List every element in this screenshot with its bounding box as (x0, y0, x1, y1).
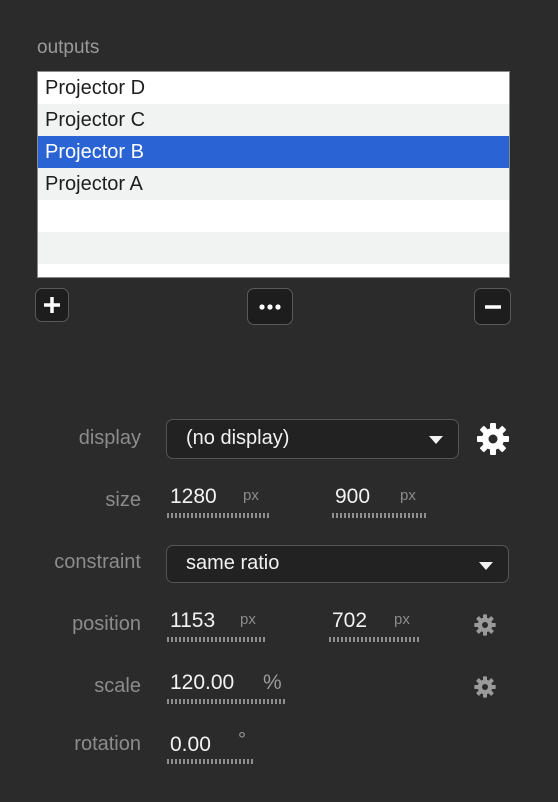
display-dropdown[interactable]: (no display) (166, 419, 459, 459)
position-x-dotted-underline (167, 637, 267, 642)
list-item[interactable]: Projector D (38, 72, 509, 104)
constraint-label: constraint (54, 551, 141, 573)
scale-unit: % (263, 671, 282, 694)
height-field[interactable]: 900 px (332, 485, 427, 521)
scale-dotted-underline (167, 699, 286, 704)
constraint-dropdown[interactable]: same ratio (166, 545, 509, 583)
plus-icon (44, 297, 60, 313)
rotation-value: 0.00 (170, 733, 211, 756)
height-value: 900 (335, 485, 371, 508)
rotation-field[interactable]: 0.00 ° (167, 729, 255, 765)
empty-row (38, 200, 509, 232)
rotation-unit: ° (238, 729, 246, 751)
minus-icon (484, 304, 501, 309)
position-x-field[interactable]: 1153 px (167, 609, 268, 645)
chevron-down-icon (429, 436, 443, 444)
scale-label: scale (94, 675, 141, 697)
position-label: position (72, 613, 141, 635)
display-value: (no display) (186, 427, 290, 449)
ellipsis-icon (259, 303, 281, 310)
size-label: size (105, 489, 141, 511)
scale-value: 120.00 (170, 671, 235, 694)
width-value: 1280 (170, 485, 217, 508)
rotation-label: rotation (74, 733, 141, 755)
position-y-unit: px (394, 611, 410, 628)
height-dotted-underline (332, 513, 426, 518)
rotation-dotted-underline (167, 759, 255, 764)
list-item[interactable]: Projector B (38, 136, 509, 168)
chevron-down-icon (479, 562, 493, 570)
width-dotted-underline (167, 513, 271, 518)
position-x-value: 1153 (170, 609, 216, 632)
position-y-value: 702 (332, 609, 368, 632)
list-item[interactable]: Projector A (38, 168, 509, 200)
width-unit: px (243, 487, 259, 504)
display-label: display (78, 427, 141, 449)
position-x-unit: px (240, 611, 256, 628)
position-y-dotted-underline (329, 637, 421, 642)
display-settings-gear-icon[interactable] (475, 421, 511, 457)
empty-row (38, 264, 509, 277)
scale-field[interactable]: 120.00 % (167, 671, 287, 707)
constraint-value: same ratio (186, 552, 280, 574)
remove-output-button[interactable] (474, 288, 511, 325)
width-field[interactable]: 1280 px (167, 485, 272, 521)
position-settings-gear-icon[interactable] (473, 613, 497, 637)
height-unit: px (400, 487, 416, 504)
list-item[interactable]: Projector C (38, 104, 509, 136)
add-output-button[interactable] (35, 288, 69, 322)
outputs-title: outputs (37, 37, 100, 58)
more-options-button[interactable] (247, 288, 293, 325)
empty-row (38, 232, 509, 264)
outputs-list[interactable]: Projector D Projector C Projector B Proj… (37, 71, 510, 278)
scale-settings-gear-icon[interactable] (473, 675, 497, 699)
position-y-field[interactable]: 702 px (329, 609, 422, 645)
